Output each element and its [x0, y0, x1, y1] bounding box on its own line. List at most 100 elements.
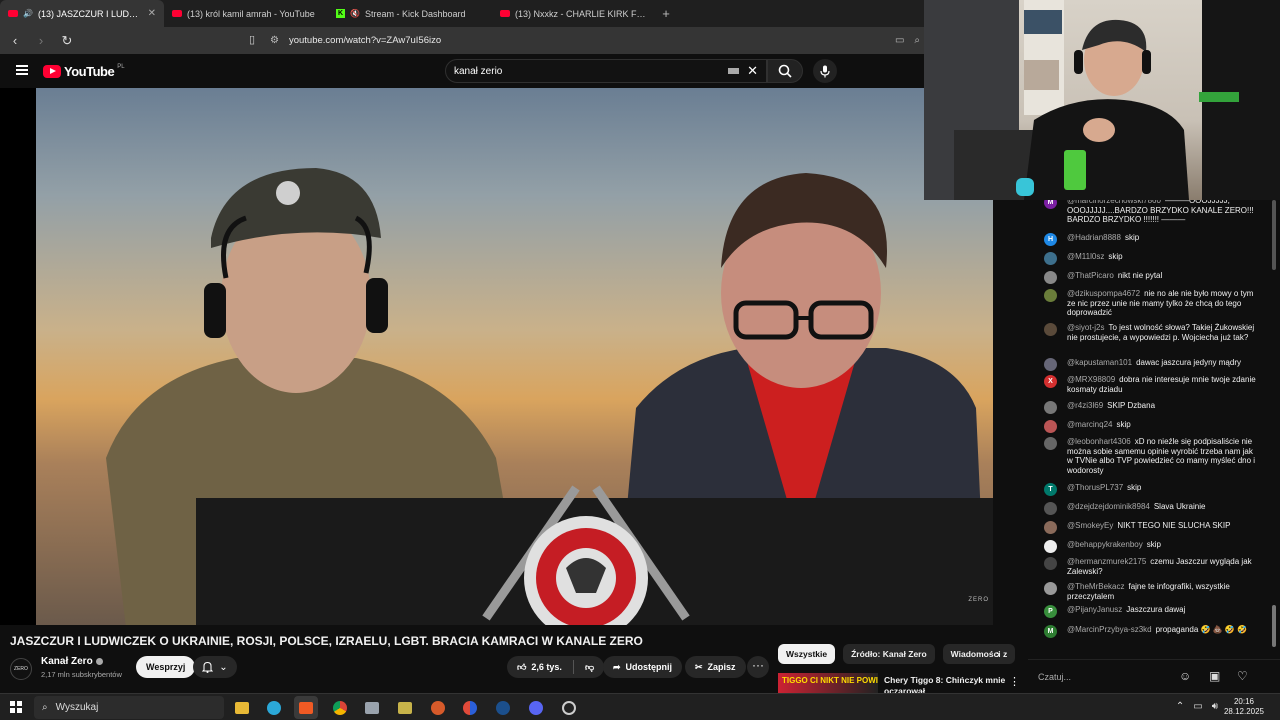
browser-tab[interactable]: (13) Nxxkz - CHARLIE KIRK FUNK (OFF...: [492, 0, 656, 27]
share-button[interactable]: ➦ Udostępnij: [603, 656, 683, 678]
taskbar-search[interactable]: ⌕ Wyszukaj: [34, 696, 224, 719]
heart-icon[interactable]: ♡: [1237, 669, 1248, 683]
avatar[interactable]: P: [1044, 605, 1057, 618]
youtube-logo[interactable]: YouTube PL: [43, 64, 125, 79]
browser-tab[interactable]: (13) król kamil amrah - YouTube: [164, 0, 328, 27]
avatar[interactable]: [1044, 401, 1057, 414]
zoom-icon[interactable]: ⌕: [914, 35, 920, 46]
windows-start-icon[interactable]: [10, 701, 22, 713]
chat-author[interactable]: @dzikuspompa4672: [1067, 289, 1140, 298]
chat-author[interactable]: @leobonhart4306: [1067, 437, 1131, 446]
like-button[interactable]: 👍︎ 2,6 tys. 👎︎: [507, 656, 605, 678]
avatar[interactable]: [1044, 358, 1057, 371]
notifications-button[interactable]: ⌄: [193, 656, 237, 678]
avatar[interactable]: [1044, 420, 1057, 433]
more-vert-icon[interactable]: ⋮: [1009, 675, 1020, 688]
steam-icon[interactable]: [491, 696, 515, 719]
avatar[interactable]: ZERO: [10, 658, 32, 680]
chat-author[interactable]: @PijanyJanusz: [1067, 605, 1122, 614]
more-actions-button[interactable]: ···: [747, 656, 769, 678]
chat-author[interactable]: @M11l0sz: [1067, 252, 1104, 261]
app-icon[interactable]: [557, 696, 581, 719]
avatar[interactable]: H: [1044, 233, 1057, 246]
obs-icon[interactable]: [426, 696, 450, 719]
taskbar-clock[interactable]: 20:16 28.12.2025: [1218, 697, 1270, 717]
chat-author[interactable]: @TheMrBekacz: [1067, 582, 1124, 591]
menu-icon[interactable]: [16, 65, 28, 75]
back-icon[interactable]: ‹: [8, 33, 22, 48]
search-button[interactable]: [767, 59, 803, 83]
chat-author[interactable]: @MarcinPrzybya-sz3kd: [1067, 625, 1152, 634]
file-explorer-icon[interactable]: [230, 696, 254, 719]
avatar[interactable]: T: [1044, 483, 1057, 496]
clear-icon[interactable]: ✕: [747, 63, 758, 79]
emoji-icon[interactable]: ☺: [1179, 669, 1191, 683]
support-button[interactable]: Wesprzyj: [136, 656, 196, 678]
network-icon[interactable]: ▭: [1193, 701, 1202, 712]
new-tab-button[interactable]: +: [656, 0, 676, 27]
scissors-icon: ✂: [695, 661, 703, 672]
chat-author[interactable]: @ThatPicaro: [1067, 271, 1114, 280]
avatar[interactable]: [1044, 437, 1057, 450]
browser-tab[interactable]: K 🔇 Stream - Kick Dashboard: [328, 0, 492, 27]
avatar[interactable]: [1044, 252, 1057, 265]
chip-news[interactable]: Wiadomości z: [942, 644, 1016, 664]
chat-input[interactable]: Czatuj...: [1038, 668, 1173, 686]
avatar[interactable]: [1044, 502, 1057, 515]
avatar[interactable]: [1044, 521, 1057, 534]
bookmark-icon[interactable]: ▯: [249, 33, 255, 46]
avatar[interactable]: X: [1044, 375, 1057, 388]
channel-name[interactable]: Kanał Zero: [41, 656, 103, 667]
save-button[interactable]: ✂ Zapisz: [685, 656, 746, 678]
app-icon[interactable]: [458, 696, 482, 719]
chat-author[interactable]: @r4zi3l69: [1067, 401, 1103, 410]
chat-author[interactable]: @hermanzmurek2175: [1067, 557, 1146, 566]
avatar[interactable]: [1044, 557, 1057, 570]
cast-icon[interactable]: ▭: [895, 35, 904, 46]
voice-search-button[interactable]: [813, 59, 837, 83]
chat-author[interactable]: @marcinorzechowski7860: [1067, 200, 1161, 205]
chip-all[interactable]: Wszystkie: [778, 644, 836, 664]
thumbs-down-icon[interactable]: 👎︎: [585, 662, 594, 673]
chat-author[interactable]: @SmokeyEy: [1067, 521, 1113, 530]
chat-author[interactable]: @Hadrian8888: [1067, 233, 1121, 242]
avatar[interactable]: M: [1044, 200, 1057, 209]
avatar[interactable]: [1044, 582, 1057, 595]
chip-source[interactable]: Źródło: Kanał Zero: [843, 644, 935, 664]
forward-icon[interactable]: ›: [34, 33, 48, 48]
discord-icon[interactable]: [524, 696, 548, 719]
app-icon[interactable]: [393, 696, 417, 719]
app-icon[interactable]: [360, 696, 384, 719]
avatar[interactable]: [1044, 289, 1057, 302]
chat-author[interactable]: @marcinq24: [1067, 420, 1112, 429]
chat-author[interactable]: @siyot-j2s: [1067, 323, 1104, 332]
chat-author[interactable]: @ThorusPL737: [1067, 483, 1123, 492]
search-query[interactable]: kanał zerio: [454, 66, 728, 77]
close-icon[interactable]: ✕: [148, 8, 156, 19]
gift-icon[interactable]: ▣: [1209, 669, 1220, 683]
chat-author[interactable]: @dzejdzejdominik8984: [1067, 502, 1150, 511]
url-text[interactable]: youtube.com/watch?v=ZAw7uI56izo: [289, 35, 885, 46]
video-player[interactable]: ZERO: [0, 88, 993, 625]
chevron-up-icon[interactable]: ⌃: [1176, 701, 1184, 712]
site-info-icon[interactable]: ⚙: [270, 35, 279, 46]
chrome-icon[interactable]: [328, 696, 352, 719]
chat-author[interactable]: @behappykrakenboy: [1067, 540, 1143, 549]
chat-scrollbar-thumb[interactable]: [1272, 605, 1276, 647]
avatar[interactable]: [1044, 323, 1057, 336]
chat-author[interactable]: @kapustaman101: [1067, 358, 1132, 367]
keyboard-icon[interactable]: [728, 68, 740, 74]
search-input[interactable]: kanał zerio ✕: [445, 59, 767, 83]
chevron-right-icon[interactable]: ›: [996, 647, 1000, 661]
chat-author[interactable]: @MRX98809: [1067, 375, 1115, 384]
browser-tab[interactable]: 🔊 (13) JASZCZUR I LUDWICZEK ✕: [0, 0, 164, 27]
chat-scrollbar[interactable]: [1272, 200, 1276, 270]
avatar[interactable]: M: [1044, 625, 1057, 638]
avatar[interactable]: [1044, 271, 1057, 284]
channel-name-text[interactable]: Kanał Zero: [41, 656, 93, 667]
brave-icon[interactable]: [294, 696, 318, 719]
avatar[interactable]: [1044, 540, 1057, 553]
edge-icon[interactable]: [262, 696, 286, 719]
reload-icon[interactable]: ↻: [60, 33, 74, 49]
address-bar[interactable]: ⚙ youtube.com/watch?v=ZAw7uI56izo ▭ ⌕: [270, 31, 920, 50]
